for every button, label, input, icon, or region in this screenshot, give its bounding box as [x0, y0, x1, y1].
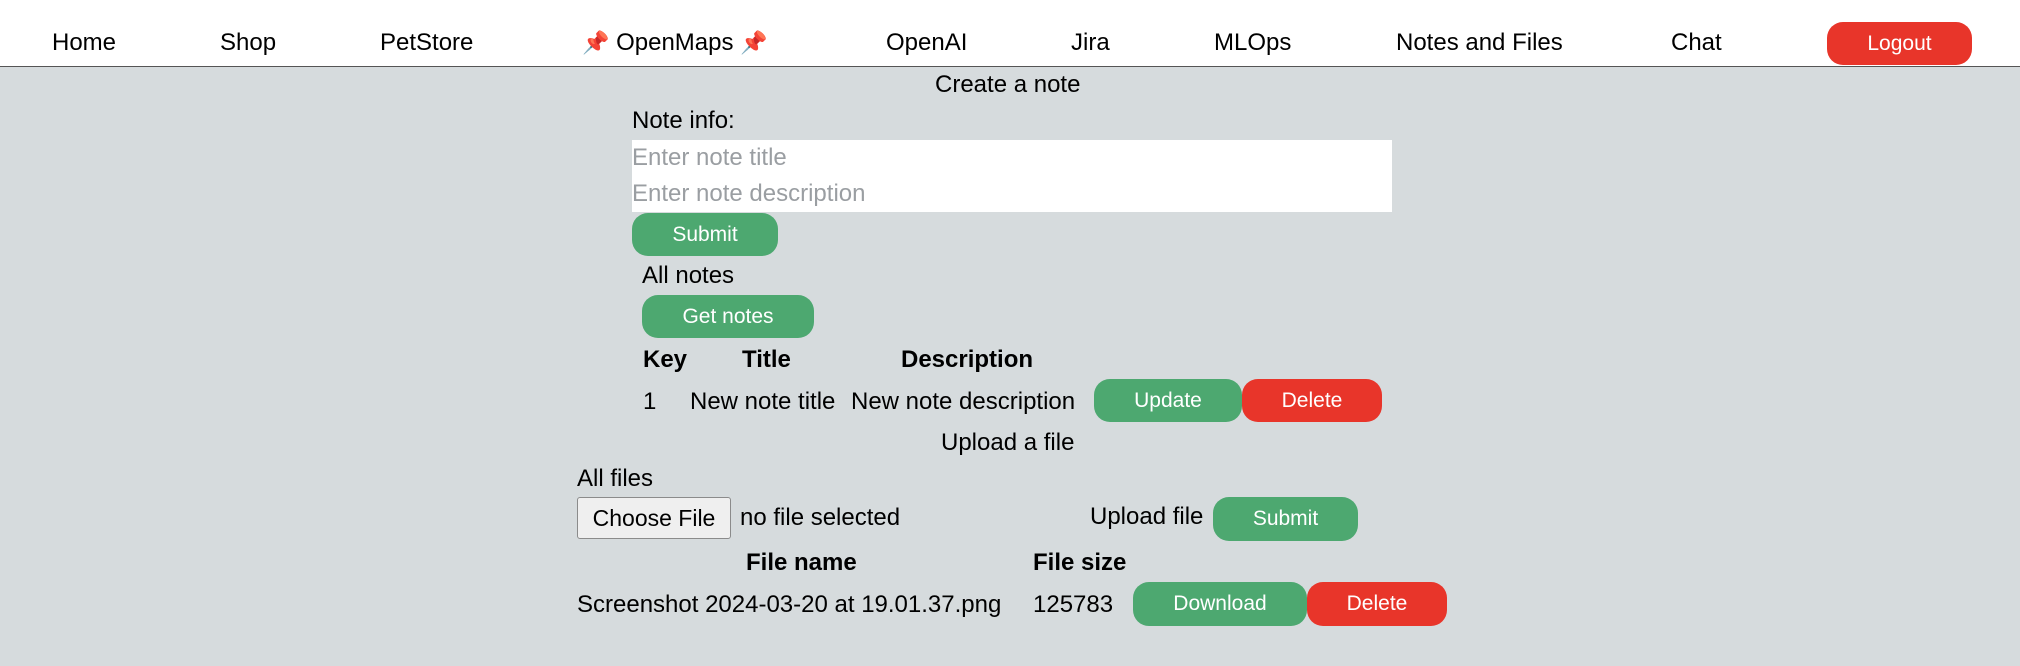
top-nav: Home Shop PetStore 📌 OpenMaps 📌 OpenAI J… — [0, 0, 2020, 67]
nav-chat[interactable]: Chat — [1671, 26, 1722, 60]
note-title: New note title — [690, 388, 836, 415]
note-update-button[interactable]: Update — [1094, 379, 1242, 422]
choose-file-button[interactable]: Choose File — [577, 497, 731, 539]
nav-notes-and-files[interactable]: Notes and Files — [1396, 26, 1563, 60]
nav-mlops[interactable]: MLOps — [1214, 26, 1291, 60]
note-title-input[interactable] — [632, 140, 1392, 176]
upload-file-label: Upload file — [1090, 503, 1204, 530]
no-file-selected-text: no file selected — [740, 504, 901, 531]
nav-openmaps[interactable]: 📌 OpenMaps 📌 — [582, 26, 768, 60]
pushpin-icon: 📌 — [582, 30, 610, 55]
create-note-heading: Create a note — [935, 71, 1081, 98]
nav-petstore[interactable]: PetStore — [380, 26, 473, 60]
files-column-name: File name — [746, 549, 857, 576]
notes-column-title: Title — [742, 346, 791, 373]
all-notes-heading: All notes — [642, 262, 735, 289]
files-column-size: File size — [1033, 549, 1127, 576]
note-delete-button[interactable]: Delete — [1242, 379, 1382, 422]
notes-column-description: Description — [901, 346, 1034, 373]
nav-openmaps-label: OpenMaps — [616, 29, 734, 56]
note-key: 1 — [643, 388, 657, 415]
nav-home[interactable]: Home — [52, 26, 116, 60]
note-description-input[interactable] — [632, 176, 1392, 212]
nav-jira[interactable]: Jira — [1071, 26, 1110, 60]
note-info-label: Note info: — [632, 107, 735, 134]
all-files-heading: All files — [577, 465, 654, 492]
file-size: 125783 — [1033, 591, 1114, 618]
file-download-button[interactable]: Download — [1133, 582, 1307, 626]
file-submit-button[interactable]: Submit — [1213, 497, 1358, 541]
file-delete-button[interactable]: Delete — [1307, 582, 1447, 626]
upload-file-heading: Upload a file — [941, 429, 1075, 456]
file-name: Screenshot 2024-03-20 at 19.01.37.png — [577, 591, 1002, 618]
note-input-box — [632, 140, 1392, 212]
pushpin-icon: 📌 — [740, 30, 768, 55]
get-notes-button[interactable]: Get notes — [642, 295, 814, 338]
note-description: New note description — [851, 388, 1076, 415]
note-submit-button[interactable]: Submit — [632, 213, 778, 256]
nav-shop[interactable]: Shop — [220, 26, 276, 60]
notes-column-key: Key — [643, 346, 688, 373]
logout-button[interactable]: Logout — [1827, 22, 1972, 65]
nav-openai[interactable]: OpenAI — [886, 26, 967, 60]
